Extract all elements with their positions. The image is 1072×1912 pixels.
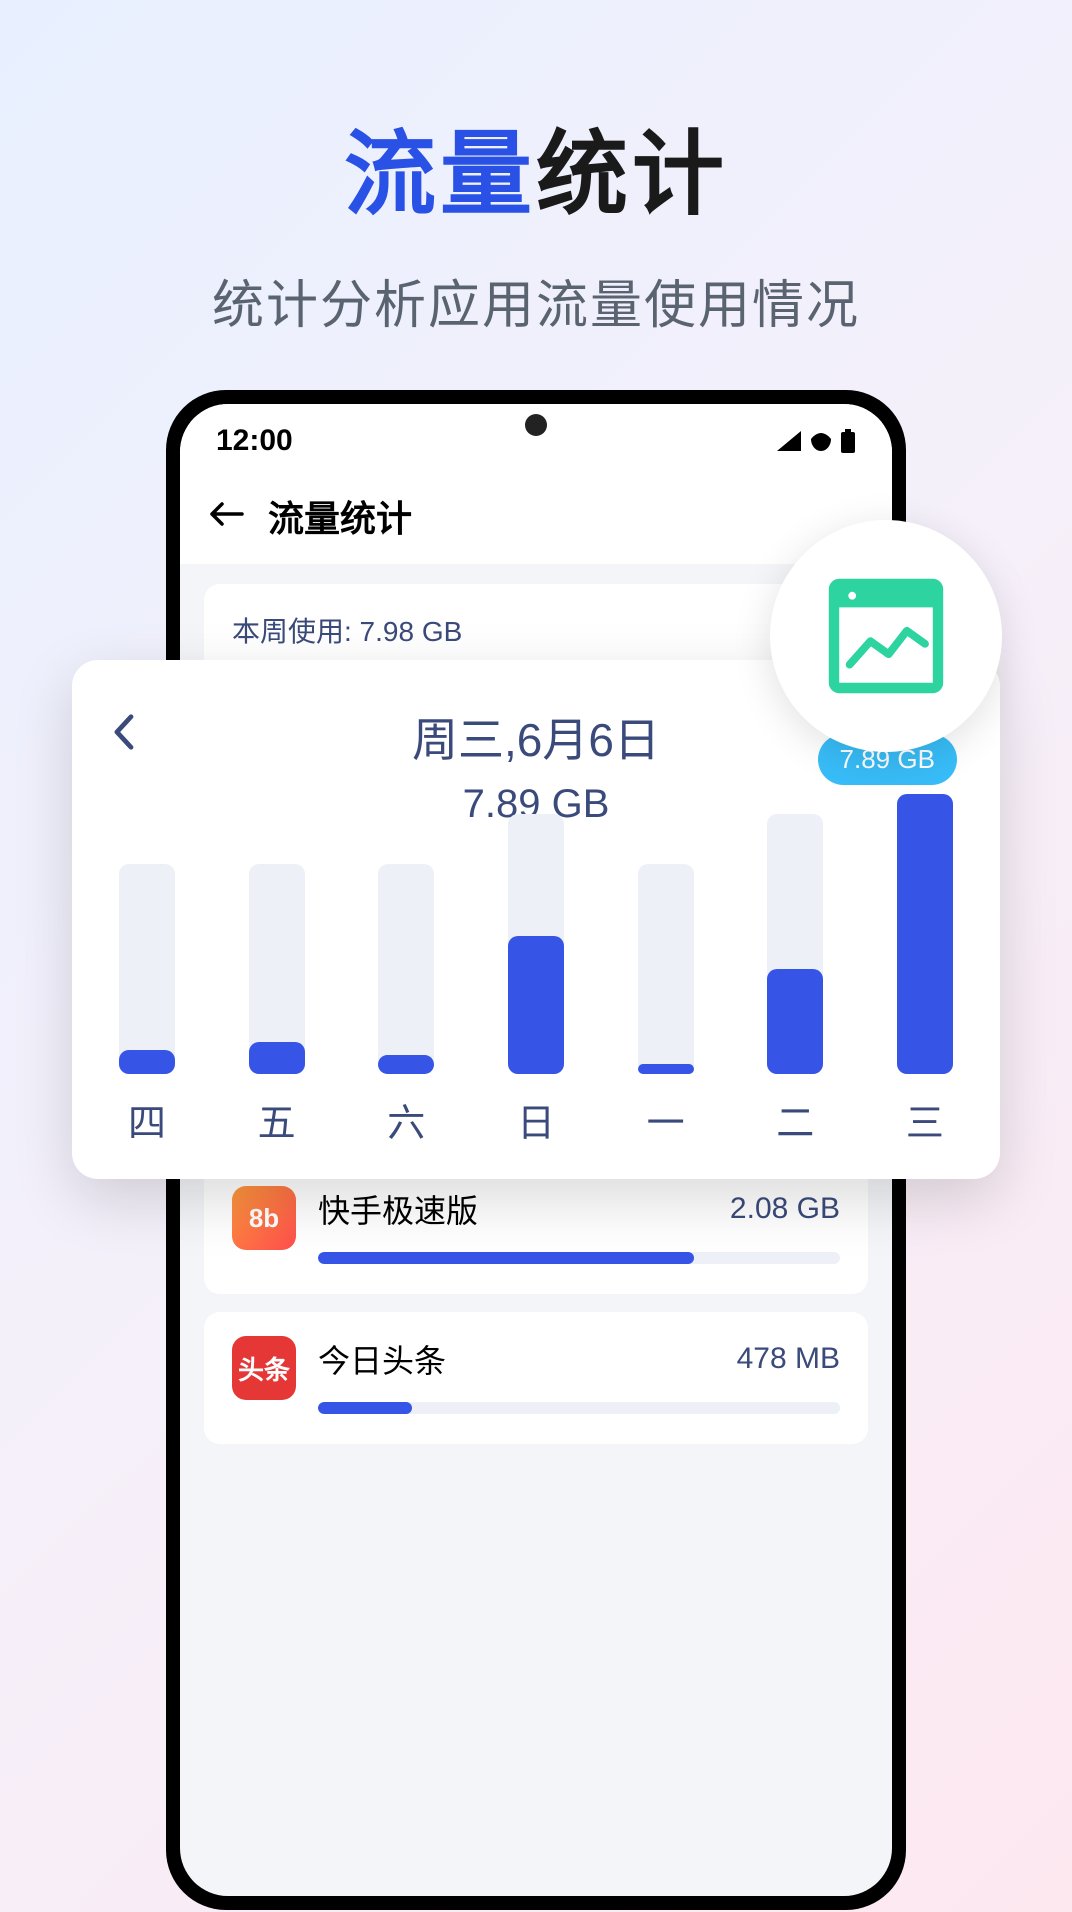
bar-fill — [378, 1055, 434, 1074]
app-progress-track — [318, 1402, 840, 1414]
bar-fill — [638, 1064, 694, 1074]
chart-feature-badge — [770, 520, 1002, 752]
bar-fill — [508, 936, 564, 1074]
app-progress-fill — [318, 1252, 694, 1264]
bar-label: 二 — [776, 1092, 814, 1147]
bar-label: 四 — [128, 1092, 166, 1147]
bar-label: 六 — [387, 1092, 425, 1147]
back-button[interactable] — [208, 495, 244, 537]
promo-title-blue: 流量 — [344, 124, 536, 226]
app-header: 流量统计 — [180, 472, 892, 564]
bar-fill — [767, 969, 823, 1074]
chart-app-icon — [821, 571, 951, 701]
chart-prev-button[interactable] — [112, 712, 136, 762]
page-title: 流量统计 — [268, 490, 412, 542]
bar-group[interactable]: 六 — [371, 864, 441, 1147]
wifi-icon — [808, 431, 834, 451]
bar-track — [378, 864, 434, 1074]
bar-track — [249, 864, 305, 1074]
app-usage-row[interactable]: 头条今日头条 478 MB — [204, 1312, 868, 1444]
week-usage-label: 本周使用: 7.98 GB — [232, 610, 840, 650]
bar-label: 一 — [647, 1092, 685, 1147]
bar-chart[interactable]: 四五六日一二7.89 GB三 — [112, 867, 960, 1147]
bar-track: 7.89 GB — [897, 794, 953, 1074]
battery-icon — [840, 429, 856, 453]
promo-subtitle: 统计分析应用流量使用情况 — [0, 263, 1072, 338]
bar-label: 三 — [906, 1092, 944, 1147]
signal-icon — [776, 431, 802, 451]
bar-group[interactable]: 7.89 GB 三 — [890, 794, 960, 1147]
app-usage-row[interactable]: 8b 快手极速版 2.08 GB — [204, 1162, 868, 1294]
app-progress-track — [318, 1252, 840, 1264]
app-progress-fill — [318, 1402, 412, 1414]
bar-fill — [119, 1050, 175, 1074]
bar-track — [508, 814, 564, 1074]
front-camera — [525, 414, 547, 436]
app-icon: 8b — [232, 1186, 296, 1250]
bar-label: 日 — [517, 1092, 555, 1147]
app-usage-value: 478 MB — [737, 1342, 840, 1376]
status-time: 12:00 — [216, 424, 293, 458]
bar-fill — [249, 1042, 305, 1074]
app-usage-value: 2.08 GB — [730, 1192, 840, 1226]
app-info: 今日头条 478 MB — [318, 1336, 840, 1414]
bar-group[interactable]: 二 — [760, 814, 830, 1147]
app-icon: 头条 — [232, 1336, 296, 1400]
promo-title-black: 统计 — [536, 124, 728, 226]
bar-label: 五 — [258, 1092, 296, 1147]
bar-group[interactable]: 四 — [112, 864, 182, 1147]
bar-track — [119, 864, 175, 1074]
bar-group[interactable]: 日 — [501, 814, 571, 1147]
chart-date-label: 周三,6月6日 — [412, 704, 660, 770]
status-icons — [776, 429, 856, 453]
bar-track — [638, 864, 694, 1074]
app-name: 快手极速版 — [318, 1186, 478, 1232]
app-info: 快手极速版 2.08 GB — [318, 1186, 840, 1264]
promo-title: 流量统计 — [0, 0, 1072, 233]
bar-group[interactable]: 五 — [242, 864, 312, 1147]
bar-fill — [897, 794, 953, 1074]
bar-track — [767, 814, 823, 1074]
bar-group[interactable]: 一 — [631, 864, 701, 1147]
app-name: 今日头条 — [318, 1336, 446, 1382]
